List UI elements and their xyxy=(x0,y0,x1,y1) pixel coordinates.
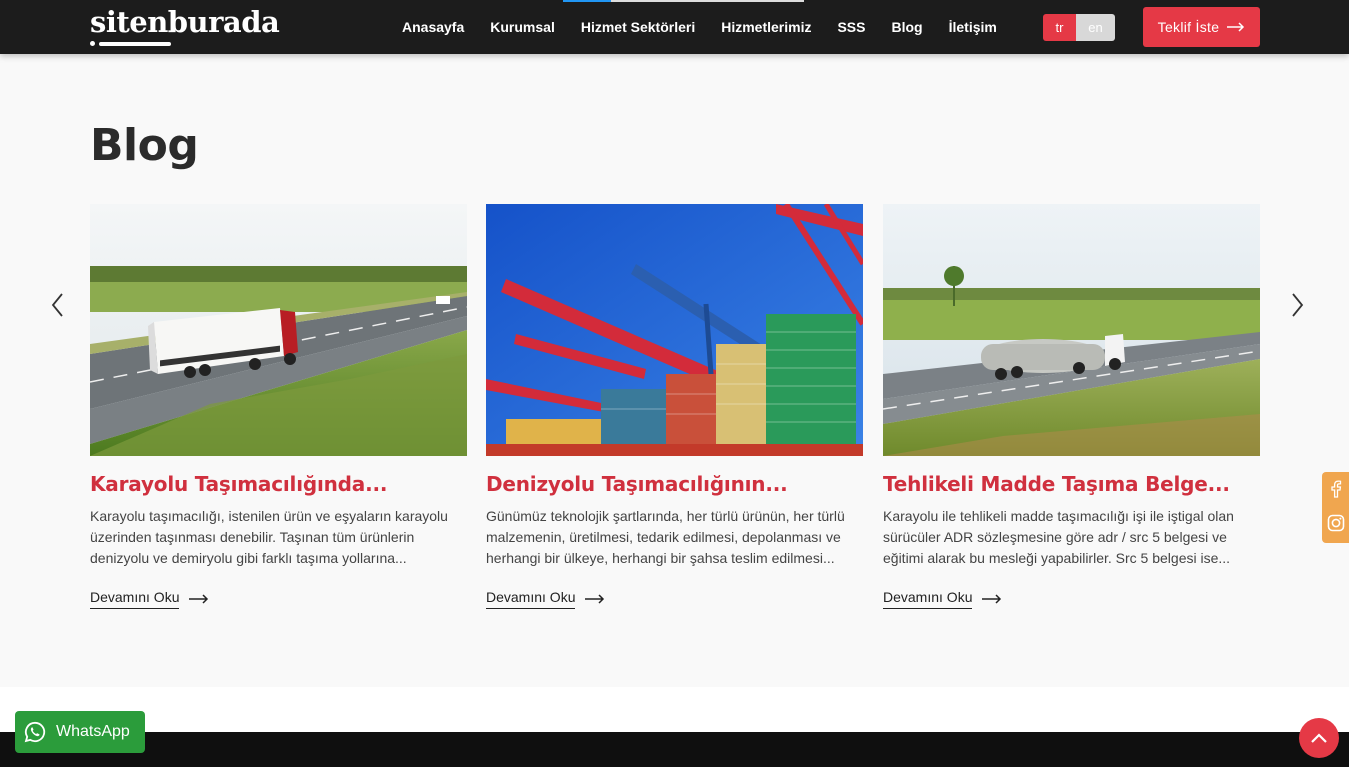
logo-underline xyxy=(99,42,171,46)
read-more-link[interactable]: Devamını Oku xyxy=(486,589,605,609)
blog-card-title[interactable]: Denizyolu Taşımacılığının... xyxy=(486,472,863,496)
read-more-link[interactable]: Devamını Oku xyxy=(90,589,209,609)
read-more-label: Devamını Oku xyxy=(486,589,576,609)
arrow-right-icon xyxy=(585,594,605,604)
blog-card-image-truck[interactable] xyxy=(90,204,467,456)
blog-card-excerpt: Karayolu taşımacılığı, istenilen ürün ve… xyxy=(90,508,448,566)
blog-card: Karayolu Taşımacılığında... Karayolu taş… xyxy=(90,204,467,609)
whatsapp-icon xyxy=(24,721,46,743)
arrow-right-icon xyxy=(1227,22,1245,32)
nav-item-hizmetlerimiz[interactable]: Hizmetlerimiz xyxy=(721,19,811,35)
nav-item-sss[interactable]: SSS xyxy=(837,19,865,35)
carousel-prev-chevron-left-icon[interactable] xyxy=(46,290,70,320)
read-more-label: Devamını Oku xyxy=(90,589,180,609)
blog-section: Blog Karayolu Taşımacılığında... Karayol… xyxy=(0,54,1349,687)
chevron-up-icon xyxy=(1311,733,1327,743)
instagram-icon[interactable] xyxy=(1326,513,1346,533)
nav-item-iletisim[interactable]: İletişim xyxy=(949,19,997,35)
footer-spacer xyxy=(0,687,1349,732)
carousel-next-chevron-right-icon[interactable] xyxy=(1285,290,1309,320)
page-title: Blog xyxy=(90,120,199,171)
logo-dot xyxy=(90,41,95,46)
read-more-link[interactable]: Devamını Oku xyxy=(883,589,1002,609)
nav-item-blog[interactable]: Blog xyxy=(891,19,922,35)
social-sidebar xyxy=(1322,472,1349,543)
main-nav: Anasayfa Kurumsal Hizmet Sektörleri Hizm… xyxy=(402,0,1023,54)
blog-card-excerpt: Karayolu ile tehlikeli madde taşımacılığ… xyxy=(883,508,1234,566)
read-more-label: Devamını Oku xyxy=(883,589,973,609)
footer xyxy=(0,732,1349,767)
scroll-to-top-button[interactable] xyxy=(1299,718,1339,758)
whatsapp-button[interactable]: WhatsApp xyxy=(15,711,145,753)
lang-tr-button[interactable]: tr xyxy=(1043,14,1076,41)
blog-card-image-tanker[interactable] xyxy=(883,204,1260,456)
nav-item-anasayfa[interactable]: Anasayfa xyxy=(402,19,464,35)
facebook-icon[interactable] xyxy=(1326,479,1346,499)
quote-request-button[interactable]: Teklif İste xyxy=(1143,7,1260,47)
blog-card-title[interactable]: Karayolu Taşımacılığında... xyxy=(90,472,467,496)
lang-en-button[interactable]: en xyxy=(1076,14,1115,41)
header: sitenburada Anasayfa Kurumsal Hizmet Sek… xyxy=(0,0,1349,54)
arrow-right-icon xyxy=(189,594,209,604)
language-switcher: tr en xyxy=(1043,14,1115,41)
blog-card-title[interactable]: Tehlikeli Madde Taşıma Belge... xyxy=(883,472,1260,496)
blog-card: Tehlikeli Madde Taşıma Belge... Karayolu… xyxy=(883,204,1260,609)
nav-item-kurumsal[interactable]: Kurumsal xyxy=(490,19,555,35)
arrow-right-icon xyxy=(982,594,1002,604)
blog-card-image-port[interactable] xyxy=(486,204,863,456)
quote-request-label: Teklif İste xyxy=(1157,19,1220,35)
logo-text: sitenburada xyxy=(90,5,280,39)
blog-card-excerpt: Günümüz teknolojik şartlarında, her türl… xyxy=(486,508,845,566)
whatsapp-label: WhatsApp xyxy=(56,723,130,740)
blog-card: Denizyolu Taşımacılığının... Günümüz tek… xyxy=(486,204,863,609)
nav-item-hizmet-sektorleri[interactable]: Hizmet Sektörleri xyxy=(581,19,695,35)
logo[interactable]: sitenburada xyxy=(90,4,280,48)
